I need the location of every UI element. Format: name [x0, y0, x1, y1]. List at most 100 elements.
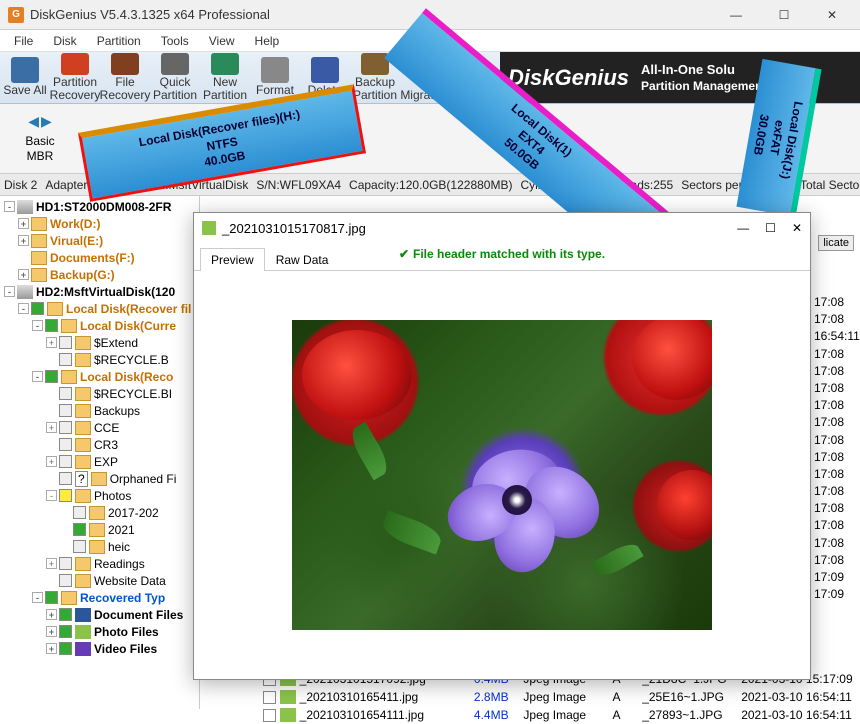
toolbar-btn-save-all[interactable]: Save All	[0, 53, 50, 103]
tree-item[interactable]: +EXP	[0, 453, 199, 470]
file-icon	[280, 708, 296, 722]
tree-item[interactable]: -Photos	[0, 487, 199, 504]
menu-file[interactable]: File	[4, 32, 43, 50]
tree-item[interactable]: $RECYCLE.BI	[0, 385, 199, 402]
menu-view[interactable]: View	[199, 32, 245, 50]
disk-prev-icon[interactable]: ◀	[28, 113, 39, 130]
checkbox[interactable]	[59, 642, 72, 655]
expand-icon[interactable]: +	[18, 269, 29, 280]
checkbox[interactable]	[59, 489, 72, 502]
tree-item[interactable]: +Photo Files	[0, 623, 199, 640]
expand-icon[interactable]: +	[46, 558, 57, 569]
tree-item[interactable]: -HD1:ST2000DM008-2FR	[0, 198, 199, 215]
tree-icon	[75, 336, 91, 350]
tree-item[interactable]: +CCE	[0, 419, 199, 436]
checkbox[interactable]	[59, 574, 72, 587]
expand-icon[interactable]: -	[32, 320, 43, 331]
file-checkbox[interactable]	[263, 709, 276, 722]
tree-item[interactable]: +Document Files	[0, 606, 199, 623]
tree-item[interactable]: +$Extend	[0, 334, 199, 351]
expand-icon[interactable]: -	[18, 303, 29, 314]
expand-icon[interactable]: -	[32, 592, 43, 603]
tree-item[interactable]: Website Data	[0, 572, 199, 589]
expand-icon[interactable]: -	[4, 286, 15, 297]
tree-item[interactable]: CR3	[0, 436, 199, 453]
checkbox[interactable]	[59, 472, 72, 485]
tree-item[interactable]: -Recovered Typ	[0, 589, 199, 606]
close-button[interactable]: ✕	[812, 1, 852, 29]
file-attr: A	[613, 690, 643, 704]
checkbox[interactable]	[73, 540, 86, 553]
expand-icon[interactable]: -	[4, 201, 15, 212]
tree-item[interactable]: +Work(D:)	[0, 215, 199, 232]
checkbox[interactable]	[59, 625, 72, 638]
menu-tools[interactable]: Tools	[151, 32, 199, 50]
tree-item[interactable]: Documents(F:)	[0, 249, 199, 266]
checkbox[interactable]	[45, 591, 58, 604]
checkbox[interactable]	[59, 557, 72, 570]
tree-item[interactable]: 2021	[0, 521, 199, 538]
expand-icon[interactable]: +	[46, 422, 57, 433]
checkbox[interactable]	[59, 455, 72, 468]
file-name: _202103101654111.jpg	[300, 708, 474, 722]
preview-maximize-button[interactable]: ☐	[765, 221, 776, 235]
expand-icon[interactable]: +	[18, 235, 29, 246]
menu-help[interactable]: Help	[245, 32, 290, 50]
tree-icon	[75, 557, 91, 571]
toolbar-label: FileRecovery	[100, 76, 151, 102]
expand-icon[interactable]: -	[32, 371, 43, 382]
checkbox[interactable]	[59, 336, 72, 349]
checkbox[interactable]	[59, 438, 72, 451]
tree-item[interactable]: -Local Disk(Recover fil	[0, 300, 199, 317]
menu-partition[interactable]: Partition	[87, 32, 151, 50]
toolbar-btn-new-partition[interactable]: NewPartition	[200, 53, 250, 103]
expand-icon[interactable]: +	[18, 218, 29, 229]
checkbox[interactable]	[59, 608, 72, 621]
toolbar-btn-partition-recovery[interactable]: PartitionRecovery	[50, 53, 100, 103]
checkbox[interactable]	[31, 302, 44, 315]
checkbox[interactable]	[59, 387, 72, 400]
expand-icon[interactable]: +	[46, 609, 57, 620]
tree-item[interactable]: 2017-202	[0, 504, 199, 521]
expand-icon[interactable]: +	[46, 643, 57, 654]
tab-raw-data[interactable]: Raw Data	[265, 248, 340, 271]
tree-item[interactable]: -HD2:MsftVirtualDisk(120	[0, 283, 199, 300]
tree-item[interactable]: ?Orphaned Fi	[0, 470, 199, 487]
tree-item[interactable]: heic	[0, 538, 199, 555]
file-row[interactable]: _20210310165411.jpg 2.8MB Jpeg Image A _…	[260, 688, 860, 706]
tree-item[interactable]: +Video Files	[0, 640, 199, 657]
file-checkbox[interactable]	[263, 691, 276, 704]
tree-item[interactable]: +Virual(E:)	[0, 232, 199, 249]
preview-minimize-button[interactable]: —	[737, 221, 749, 235]
tree-label: Backups	[94, 404, 140, 418]
toolbar-btn-quick-partition[interactable]: QuickPartition	[150, 53, 200, 103]
expand-icon[interactable]: +	[46, 626, 57, 637]
checkbox[interactable]	[73, 506, 86, 519]
checkbox[interactable]	[59, 353, 72, 366]
tree-item[interactable]: $RECYCLE.B	[0, 351, 199, 368]
file-name: _20210310165411.jpg	[300, 690, 474, 704]
checkbox[interactable]	[59, 421, 72, 434]
checkbox[interactable]	[45, 319, 58, 332]
checkbox[interactable]	[45, 370, 58, 383]
tree-item[interactable]: +Backup(G:)	[0, 266, 199, 283]
disk-next-icon[interactable]: ▶	[41, 113, 52, 130]
checkbox[interactable]	[73, 523, 86, 536]
tree-item[interactable]: +Readings	[0, 555, 199, 572]
tree-item[interactable]: Backups	[0, 402, 199, 419]
file-size: 4.4MB	[474, 708, 524, 722]
menu-disk[interactable]: Disk	[43, 32, 86, 50]
tree-item[interactable]: -Local Disk(Reco	[0, 368, 199, 385]
toolbar-btn-file-recovery[interactable]: FileRecovery	[100, 53, 150, 103]
duplicate-button-fragment[interactable]: licate	[818, 235, 854, 251]
tree-item[interactable]: -Local Disk(Curre	[0, 317, 199, 334]
maximize-button[interactable]: ☐	[764, 1, 804, 29]
tab-preview[interactable]: Preview	[200, 248, 265, 271]
checkbox[interactable]	[59, 404, 72, 417]
expand-icon[interactable]: -	[46, 490, 57, 501]
preview-close-button[interactable]: ✕	[792, 221, 802, 235]
expand-icon[interactable]: +	[46, 456, 57, 467]
minimize-button[interactable]: —	[716, 1, 756, 29]
expand-icon[interactable]: +	[46, 337, 57, 348]
time-cell: 17:08	[814, 347, 854, 364]
